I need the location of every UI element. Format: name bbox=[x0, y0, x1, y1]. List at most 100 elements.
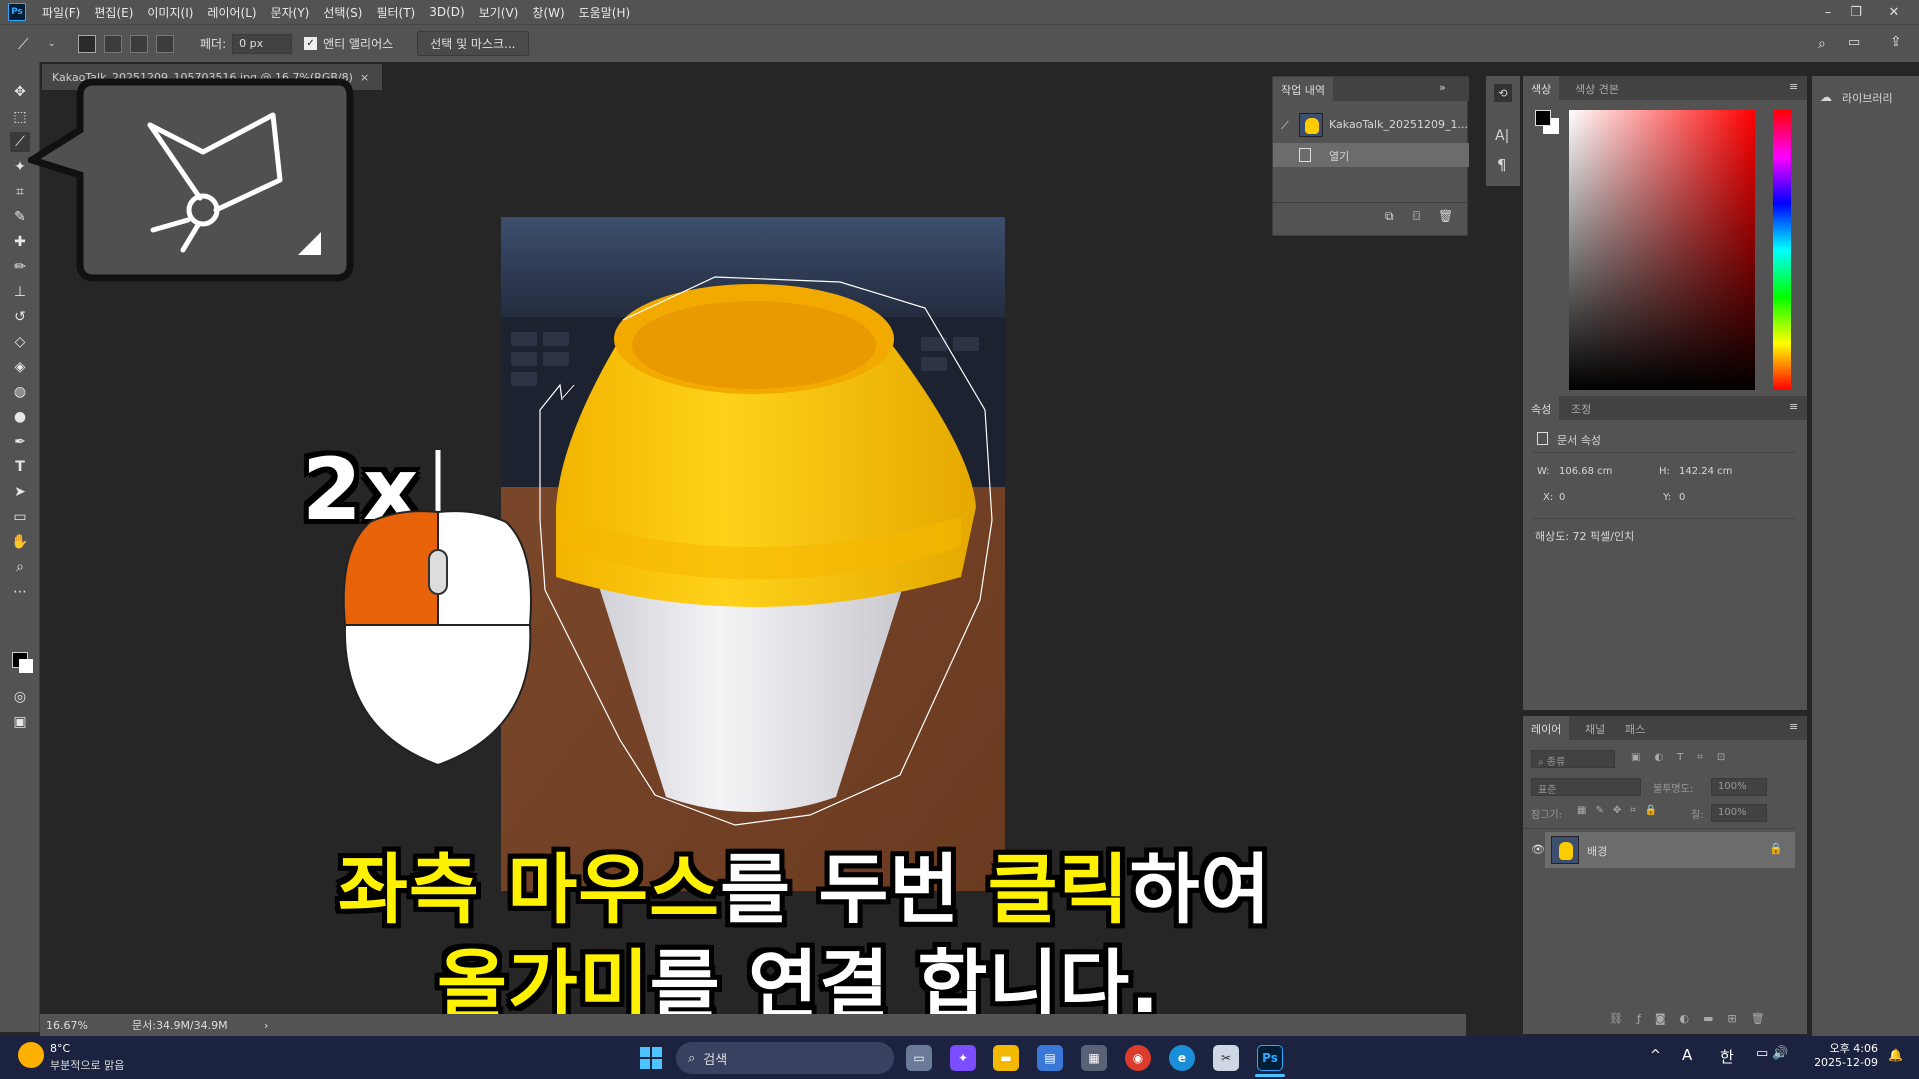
notification-icon[interactable]: 🔔 bbox=[1888, 1048, 1903, 1062]
document-image[interactable] bbox=[501, 217, 1005, 891]
menu-3d[interactable]: 3D(D) bbox=[429, 5, 464, 19]
restore-icon[interactable]: ❐ bbox=[1843, 0, 1869, 24]
rectangle-tool-icon[interactable]: ▭ bbox=[10, 507, 30, 527]
share-icon[interactable]: ⇪ bbox=[1890, 34, 1902, 50]
chevron-down-icon[interactable]: ⌄ bbox=[48, 39, 58, 49]
menu-help[interactable]: 도움말(H) bbox=[579, 4, 631, 21]
quick-mask-icon[interactable]: ◎ bbox=[10, 687, 30, 707]
select-and-mask-button[interactable]: 선택 및 마스크... bbox=[417, 31, 529, 56]
weather-icon[interactable] bbox=[18, 1042, 44, 1068]
weather-desc[interactable]: 부분적으로 맑음 bbox=[50, 1057, 124, 1073]
tab-layers[interactable]: 레이어 bbox=[1523, 716, 1570, 742]
chrome-icon[interactable]: ◉ bbox=[1125, 1045, 1151, 1071]
show-hidden-icons-icon[interactable]: ^ bbox=[1650, 1048, 1661, 1063]
history-brush-source-icon[interactable]: ⟋ bbox=[1281, 119, 1289, 133]
menu-filter[interactable]: 필터(T) bbox=[376, 4, 415, 21]
panel-menu-icon[interactable]: ≡ bbox=[1789, 720, 1798, 733]
workspace-icon[interactable]: ▭ bbox=[1848, 35, 1860, 50]
add-selection-icon[interactable] bbox=[104, 34, 122, 53]
status-menu-arrow[interactable]: › bbox=[264, 1019, 268, 1032]
polygonal-lasso-preset-icon[interactable]: ⟋ bbox=[18, 35, 48, 53]
crop-tool-icon[interactable]: ⌗ bbox=[10, 182, 30, 202]
libraries-label[interactable]: 라이브러리 bbox=[1842, 90, 1893, 106]
history-brush-tool-icon[interactable]: ↺ bbox=[10, 307, 30, 327]
ime-alpha[interactable]: A bbox=[1682, 1046, 1692, 1064]
menu-layer[interactable]: 레이어(L) bbox=[207, 4, 256, 21]
zoom-level[interactable]: 16.67% bbox=[46, 1019, 126, 1032]
calculator-icon[interactable]: ▦ bbox=[1081, 1045, 1107, 1071]
tab-properties[interactable]: 속성 bbox=[1523, 396, 1560, 422]
history-step-open[interactable]: 열기 bbox=[1273, 143, 1469, 167]
layer-filter-select[interactable]: ⌕ 종류 bbox=[1531, 750, 1615, 768]
polygonal-lasso-tool-icon[interactable]: ⟋ bbox=[10, 132, 30, 152]
camera-icon[interactable]: ⌼ bbox=[1413, 209, 1420, 224]
intersect-selection-icon[interactable] bbox=[156, 34, 174, 53]
panel-menu-icon[interactable]: ≡ bbox=[1789, 80, 1798, 93]
more-tools-icon[interactable]: ⋯ bbox=[10, 582, 30, 602]
copilot-icon[interactable]: ✦ bbox=[950, 1045, 976, 1071]
blur-tool-icon[interactable]: ◍ bbox=[10, 382, 30, 402]
layer-filter-icons[interactable]: ▣◐T⌗⊡ bbox=[1631, 752, 1739, 763]
layer-name[interactable]: 배경 bbox=[1587, 843, 1607, 859]
history-panel-icon[interactable]: ⟲ bbox=[1494, 84, 1512, 102]
minimize-icon[interactable]: – bbox=[1815, 0, 1841, 24]
network-volume-icon[interactable]: ▭ 🔊 bbox=[1756, 1046, 1789, 1061]
panel-collapse-icon[interactable]: » bbox=[1439, 81, 1446, 94]
hue-slider[interactable] bbox=[1773, 110, 1791, 390]
trash-icon[interactable]: 🗑 bbox=[1438, 209, 1453, 223]
eraser-tool-icon[interactable]: ◇ bbox=[10, 332, 30, 352]
character-panel-icon[interactable]: A| bbox=[1495, 128, 1509, 144]
tab-adjustments[interactable]: 조정 bbox=[1571, 401, 1591, 417]
ime-korean[interactable]: 한 bbox=[1720, 1046, 1734, 1067]
panel-menu-icon[interactable]: ≡ bbox=[1789, 400, 1798, 413]
type-tool-icon[interactable]: T bbox=[10, 457, 30, 477]
paint-bucket-tool-icon[interactable]: ◈ bbox=[10, 357, 30, 377]
menu-file[interactable]: 파일(F) bbox=[42, 4, 80, 21]
y-value[interactable]: 0 bbox=[1679, 492, 1685, 503]
snipping-tool-icon[interactable]: ✂ bbox=[1213, 1045, 1239, 1071]
new-document-from-state-icon[interactable]: ⧉ bbox=[1385, 209, 1394, 224]
lock-icons[interactable]: ▦✎✥⌗🔒 bbox=[1577, 805, 1666, 816]
subtract-selection-icon[interactable] bbox=[130, 34, 148, 53]
layer-row-background[interactable]: 👁 배경 🔒 bbox=[1531, 832, 1795, 868]
zoom-tool-icon[interactable]: ⌕ bbox=[10, 557, 30, 577]
taskbar-search[interactable]: ⌕ 검색 bbox=[676, 1042, 894, 1074]
windows-start-icon[interactable] bbox=[638, 1045, 664, 1071]
photoshop-logo-icon[interactable]: Ps bbox=[8, 3, 26, 21]
screen-mode-icon[interactable]: ▣ bbox=[10, 712, 30, 732]
menu-type[interactable]: 문자(Y) bbox=[271, 4, 310, 21]
foreground-swatch[interactable] bbox=[1535, 110, 1551, 126]
tab-paths[interactable]: 패스 bbox=[1625, 721, 1645, 737]
creative-cloud-icon[interactable]: ☁ bbox=[1820, 90, 1832, 104]
store-icon[interactable]: ▤ bbox=[1037, 1045, 1063, 1071]
history-snapshot[interactable]: ⟋ KakaoTalk_20251209_1... bbox=[1273, 111, 1469, 139]
magic-wand-tool-icon[interactable]: ✦ bbox=[10, 157, 30, 177]
search-icon[interactable]: ⌕ bbox=[1818, 36, 1826, 52]
color-field[interactable] bbox=[1569, 110, 1755, 390]
antialias-checkbox[interactable]: ✓ bbox=[304, 37, 318, 50]
clock-date[interactable]: 2025-12-09 bbox=[1810, 1056, 1878, 1069]
feather-input[interactable]: 0 px bbox=[232, 33, 293, 54]
task-view-icon[interactable]: ▭ bbox=[906, 1045, 932, 1071]
menu-window[interactable]: 창(W) bbox=[532, 4, 564, 21]
tab-channels[interactable]: 채널 bbox=[1585, 721, 1605, 737]
edge-icon[interactable]: e bbox=[1169, 1045, 1195, 1071]
fill-input[interactable]: 100% bbox=[1711, 804, 1767, 822]
brush-tool-icon[interactable]: ✏ bbox=[10, 257, 30, 277]
menu-select[interactable]: 선택(S) bbox=[323, 4, 362, 21]
file-explorer-icon[interactable]: ▬ bbox=[993, 1045, 1019, 1071]
healing-brush-tool-icon[interactable]: ✚ bbox=[10, 232, 30, 252]
blend-mode-select[interactable]: 표준 bbox=[1531, 778, 1641, 796]
paragraph-panel-icon[interactable]: ¶ bbox=[1497, 156, 1507, 174]
x-value[interactable]: 0 bbox=[1559, 492, 1565, 503]
clock-time[interactable]: 오후 4:06 bbox=[1818, 1040, 1878, 1056]
path-selection-tool-icon[interactable]: ➤ bbox=[10, 482, 30, 502]
move-tool-icon[interactable]: ✥ bbox=[10, 82, 30, 102]
layer-actions[interactable]: ⛓ƒ◙◐▬⊞🗑 bbox=[1609, 1012, 1779, 1025]
eye-icon[interactable]: 👁 bbox=[1531, 843, 1545, 856]
close-icon[interactable]: ✕ bbox=[1881, 0, 1907, 24]
menu-edit[interactable]: 편집(E) bbox=[94, 4, 133, 21]
menu-view[interactable]: 보기(V) bbox=[479, 4, 519, 21]
tab-close-icon[interactable]: × bbox=[360, 71, 369, 84]
background-color-swatch[interactable] bbox=[19, 659, 33, 673]
